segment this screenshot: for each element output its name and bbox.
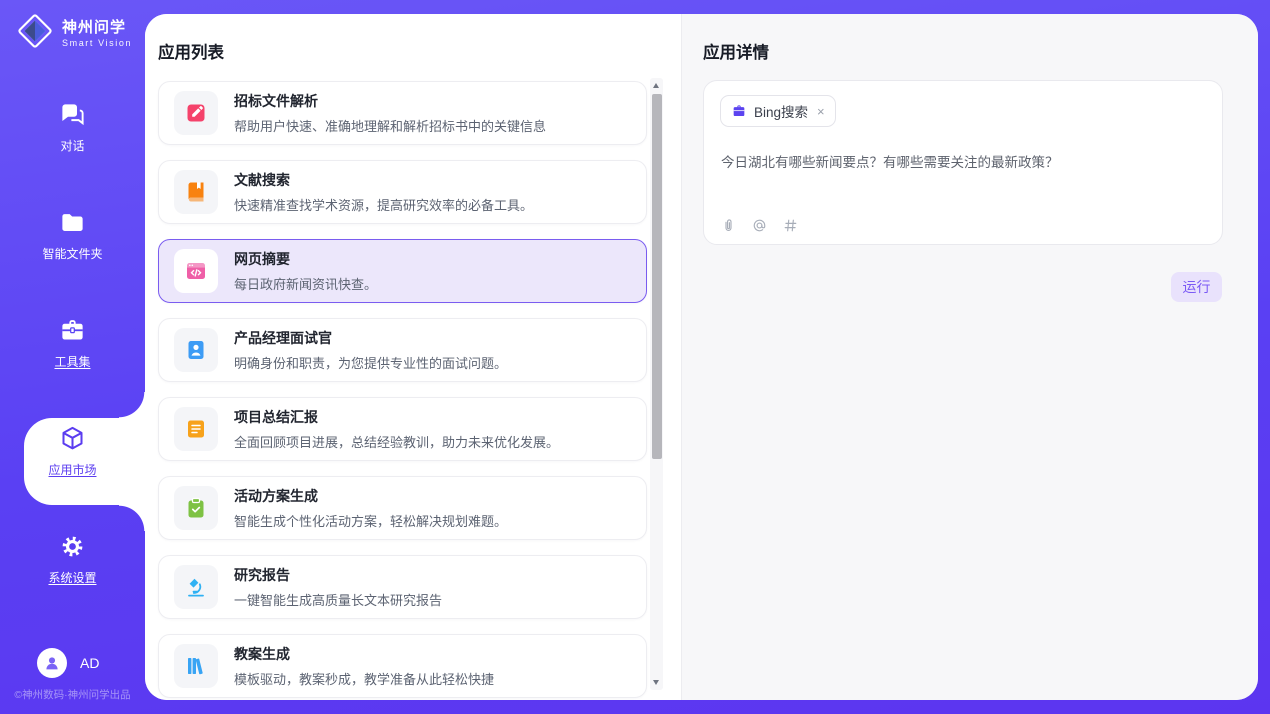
app-card-description: 快速精准查找学术资源，提高研究效率的必备工具。: [234, 195, 533, 214]
app-card-title: 研究报告: [234, 565, 442, 585]
cube-icon: [59, 425, 86, 452]
sidebar-item-label: 系统设置: [48, 569, 96, 586]
sidebar-item-label: 智能文件夹: [42, 245, 102, 262]
folder-icon: [59, 209, 86, 236]
app-card[interactable]: 文献搜索 快速精准查找学术资源，提高研究效率的必备工具。: [158, 160, 647, 224]
scrollbar-thumb[interactable]: [652, 94, 662, 459]
doc-edit-icon: [174, 91, 218, 135]
app-card-description: 每日政府新闻资讯快查。: [234, 274, 377, 293]
at-icon[interactable]: [751, 217, 768, 234]
app-list-panel: 应用列表 招标文件解析 帮助用户快速、准确地理解和解析招标书中的关键信息: [145, 14, 681, 700]
browser-code-icon: [174, 249, 218, 293]
hash-icon[interactable]: [782, 217, 799, 234]
sidebar-item[interactable]: 智能文件夹: [0, 181, 145, 289]
prompt-card: Bing搜索 × 今日湖北有哪些新闻要点？有哪些需要关注的最新政策？: [703, 80, 1223, 245]
app-card-description: 智能生成个性化活动方案，轻松解决规划难题。: [234, 511, 507, 530]
app-detail-panel: 应用详情 Bing搜索 × 今日湖北有哪些新闻要点？有哪些需要关注的最新政策？: [681, 14, 1258, 700]
run-button[interactable]: 运行: [1171, 272, 1222, 302]
microscope-icon: [174, 565, 218, 609]
briefcase-icon: [731, 103, 747, 119]
scrollbar[interactable]: [650, 78, 663, 690]
tool-tag-close-icon[interactable]: ×: [817, 104, 825, 119]
app-card[interactable]: 项目总结汇报 全面回顾项目进展，总结经验教训，助力未来优化发展。: [158, 397, 647, 461]
clipboard-check-icon: [174, 486, 218, 530]
toolbox-icon: [59, 317, 86, 344]
sidebar-item-label: 对话: [60, 137, 84, 154]
prompt-text[interactable]: 今日湖北有哪些新闻要点？有哪些需要关注的最新政策？: [721, 151, 1206, 171]
scrollbar-down-arrow[interactable]: [653, 680, 659, 685]
sidebar-item[interactable]: 系统设置: [0, 505, 145, 613]
gear-icon: [59, 533, 86, 560]
book-icon: [174, 170, 218, 214]
app-card-list: 招标文件解析 帮助用户快速、准确地理解和解析招标书中的关键信息 文献搜索 快速精…: [158, 81, 647, 700]
app-card-title: 招标文件解析: [234, 91, 546, 111]
app-card-description: 模板驱动，教案秒成，教学准备从此轻松快捷: [234, 669, 494, 688]
app-card-title: 项目总结汇报: [234, 407, 559, 427]
brand-logo-icon: [16, 12, 54, 55]
app-card-title: 活动方案生成: [234, 486, 507, 506]
interviewer-icon: [174, 328, 218, 372]
memo-icon: [174, 407, 218, 451]
sidebar-item-label: 应用市场: [48, 461, 96, 478]
tool-tag-label: Bing搜索: [754, 101, 808, 121]
main-panel: 应用列表 招标文件解析 帮助用户快速、准确地理解和解析招标书中的关键信息: [145, 14, 1258, 700]
sidebar-item-label: 工具集: [54, 353, 90, 370]
app-card-description: 帮助用户快速、准确地理解和解析招标书中的关键信息: [234, 116, 546, 135]
app-card[interactable]: 研究报告 一键智能生成高质量长文本研究报告: [158, 555, 647, 619]
books-icon: [174, 644, 218, 688]
app-card[interactable]: 教案生成 模板驱动，教案秒成，教学准备从此轻松快捷: [158, 634, 647, 698]
app-card-title: 教案生成: [234, 644, 494, 664]
chat-icon: [59, 101, 86, 128]
paperclip-icon[interactable]: [720, 217, 737, 234]
brand: 神州问学 Smart Vision: [16, 12, 132, 55]
brand-name: 神州问学: [62, 19, 132, 37]
app-card[interactable]: 产品经理面试官 明确身份和职责，为您提供专业性的面试问题。: [158, 318, 647, 382]
app-card-title: 网页摘要: [234, 249, 377, 269]
app-card-description: 一键智能生成高质量长文本研究报告: [234, 590, 442, 609]
user-row: AD: [37, 648, 99, 678]
sidebar-item[interactable]: 应用市场: [0, 397, 145, 505]
app-card[interactable]: 招标文件解析 帮助用户快速、准确地理解和解析招标书中的关键信息: [158, 81, 647, 145]
app-detail-title: 应用详情: [703, 39, 769, 63]
person-icon: [43, 654, 61, 672]
brand-subtitle: Smart Vision: [62, 38, 132, 48]
app-list-title: 应用列表: [158, 39, 224, 63]
avatar[interactable]: [37, 648, 67, 678]
scrollbar-up-arrow[interactable]: [653, 83, 659, 88]
app-card-description: 全面回顾项目进展，总结经验教训，助力未来优化发展。: [234, 432, 559, 451]
sidebar-nav: 对话 智能文件夹 工具集: [0, 73, 145, 613]
sidebar: 神州问学 Smart Vision 对话 智能文件夹: [0, 0, 145, 714]
app-card-title: 文献搜索: [234, 170, 533, 190]
app-card[interactable]: 网页摘要 每日政府新闻资讯快查。: [158, 239, 647, 303]
tool-tag[interactable]: Bing搜索 ×: [720, 95, 836, 127]
app-card[interactable]: 活动方案生成 智能生成个性化活动方案，轻松解决规划难题。: [158, 476, 647, 540]
composer-toolbar: [720, 217, 799, 234]
sidebar-item[interactable]: 对话: [0, 73, 145, 181]
user-name: AD: [80, 655, 99, 671]
copyright-footer: ©神州数码·神州问学出品: [0, 687, 145, 702]
app-card-description: 明确身份和职责，为您提供专业性的面试问题。: [234, 353, 507, 372]
sidebar-item[interactable]: 工具集: [0, 289, 145, 397]
app-card-title: 产品经理面试官: [234, 328, 507, 348]
